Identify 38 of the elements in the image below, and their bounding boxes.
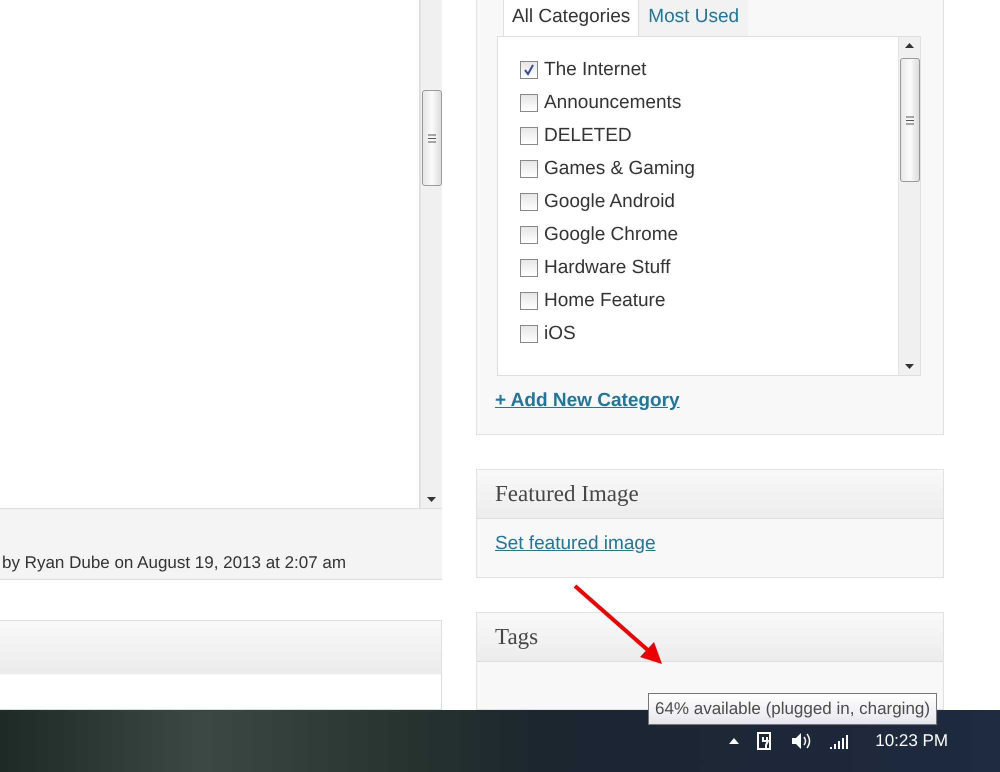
category-label: Google Android xyxy=(544,191,675,213)
checkbox[interactable] xyxy=(520,226,538,244)
category-label: Hardware Stuff xyxy=(544,257,670,279)
box-title: Featured Image xyxy=(495,481,639,507)
box-title: Tags xyxy=(495,624,538,650)
category-label: The Internet xyxy=(544,59,646,81)
up-arrow-icon[interactable] xyxy=(905,43,914,48)
category-label: Games & Gaming xyxy=(544,158,695,180)
up-arrow-icon[interactable] xyxy=(729,738,740,744)
checkbox[interactable] xyxy=(520,325,538,343)
checkbox[interactable] xyxy=(520,292,538,310)
checkbox[interactable] xyxy=(520,127,538,145)
clock[interactable]: 10:23 PM xyxy=(875,731,948,751)
checkbox[interactable] xyxy=(520,160,538,178)
add-category-link[interactable]: + Add New Category xyxy=(495,390,680,411)
scroll-thumb[interactable] xyxy=(900,58,920,182)
category-label: Home Feature xyxy=(544,290,666,312)
grip-icon xyxy=(428,134,436,142)
grip-icon xyxy=(906,116,914,124)
category-label: Google Chrome xyxy=(544,224,678,246)
tab[interactable]: All Categories xyxy=(503,0,640,36)
scrollbar[interactable] xyxy=(898,37,920,375)
tab[interactable]: Most Used xyxy=(639,0,748,36)
checkbox[interactable] xyxy=(520,259,538,277)
scroll-thumb[interactable] xyxy=(422,90,442,186)
byline: by Ryan Dube on August 19, 2013 at 2:07 am xyxy=(2,553,346,574)
category-label: DELETED xyxy=(544,125,632,147)
down-arrow-icon[interactable] xyxy=(427,497,436,502)
checkbox[interactable] xyxy=(520,61,538,79)
signal-icon[interactable] xyxy=(829,733,850,749)
category-label: iOS xyxy=(544,323,576,345)
tooltip: 64% available (plugged in, charging) xyxy=(648,693,938,725)
scrollbar[interactable] xyxy=(420,0,442,508)
category-label: Announcements xyxy=(544,92,682,114)
checkbox[interactable] xyxy=(520,193,538,211)
checkbox[interactable] xyxy=(520,94,538,112)
featured-image-link[interactable]: Set featured image xyxy=(495,533,656,554)
down-arrow-icon[interactable] xyxy=(905,364,914,369)
